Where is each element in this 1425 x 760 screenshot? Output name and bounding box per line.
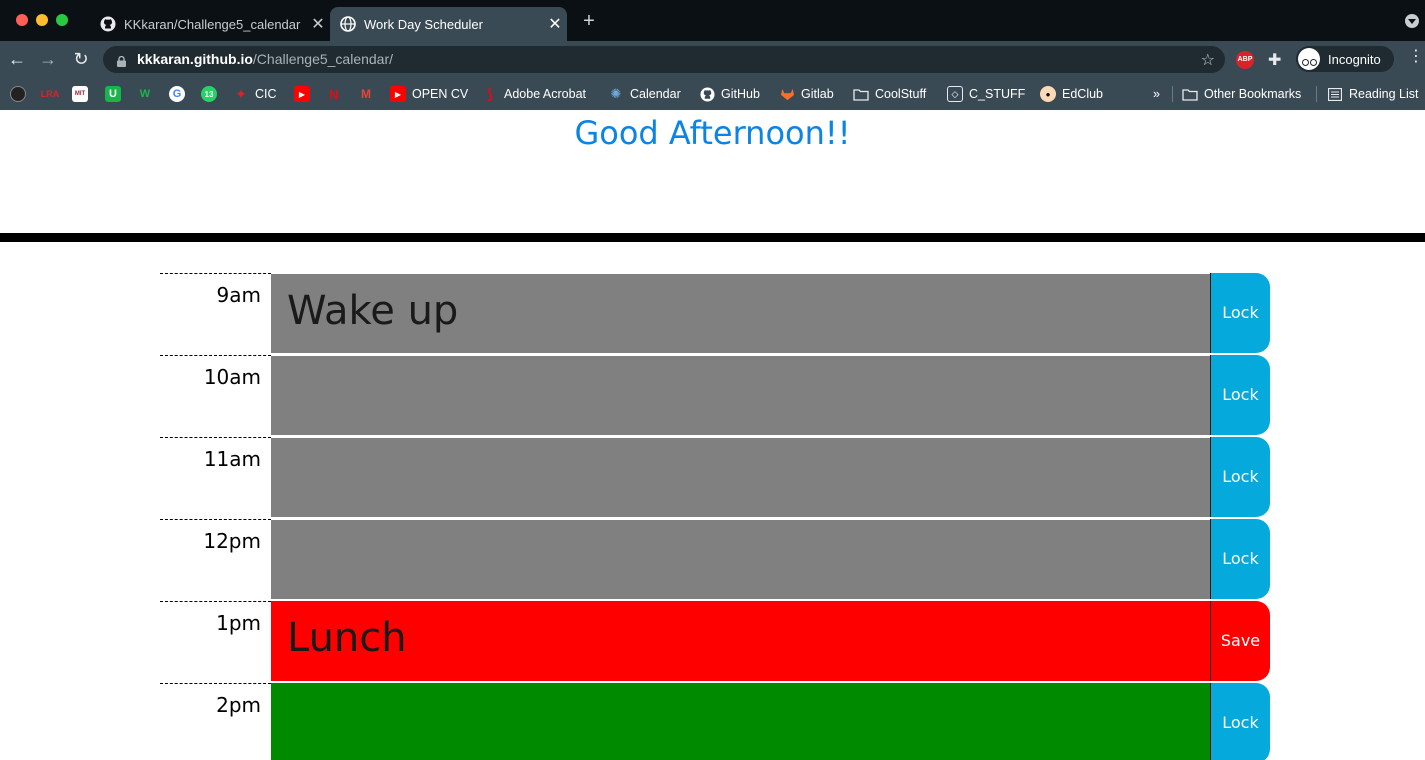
gitlab-icon xyxy=(779,86,795,102)
bookmark-lra-icon[interactable]: LRA xyxy=(40,84,66,104)
greeting-heading: Good Afternoon!! xyxy=(574,114,851,152)
bookmark-open-cv[interactable]: ▶ OPEN CV xyxy=(390,84,468,104)
hour-label: 2pm xyxy=(160,683,271,760)
bookmark-c-stuff[interactable]: ◇ C_STUFF xyxy=(947,84,1025,104)
bookmark-coolstuff[interactable]: CoolStuff xyxy=(853,84,926,104)
address-bar[interactable]: kkkaran.github.io/Challenge5_calendar/ ☆ xyxy=(103,46,1225,73)
hour-label: 10am xyxy=(160,355,271,437)
bookmark-reading-list[interactable]: Reading List xyxy=(1327,84,1419,104)
bookmarks-divider xyxy=(1316,86,1317,102)
bookmark-app-icon[interactable] xyxy=(10,84,32,104)
minimize-window-button[interactable] xyxy=(36,14,48,26)
extensions-puzzle-icon[interactable]: ✚ xyxy=(1268,50,1281,70)
event-description-input[interactable] xyxy=(271,355,1210,435)
bookmarks-bar: LRA MIT U W G 13 ✦ CIC ▶ N M ▶ OPEN CV ⟆ Ad… xyxy=(0,78,1425,110)
time-block-row: 9am Wake up Lock xyxy=(160,273,1270,355)
bookmarks-divider xyxy=(1172,86,1173,102)
url-text: kkkaran.github.io/Challenge5_calendar/ xyxy=(137,51,394,67)
event-description-input[interactable] xyxy=(271,437,1210,517)
bookmark-u-icon[interactable]: U xyxy=(105,84,127,104)
bookmark-calendar[interactable]: ✺ Calendar xyxy=(608,84,681,104)
bookmark-star-icon[interactable]: ☆ xyxy=(1201,50,1215,70)
youtube-icon: ▶ xyxy=(390,86,406,102)
tab-github[interactable]: KKkaran/Challenge5_calendar ✕ xyxy=(90,7,330,41)
close-tab-icon[interactable]: ✕ xyxy=(543,14,567,34)
incognito-icon xyxy=(1298,48,1320,70)
folder-icon xyxy=(853,86,869,102)
event-description-input[interactable]: Wake up xyxy=(271,273,1210,353)
new-tab-button[interactable]: + xyxy=(578,10,600,32)
bookmark-github[interactable]: GitHub xyxy=(699,84,760,104)
hour-label: 1pm xyxy=(160,601,271,683)
globe-icon xyxy=(340,16,356,32)
tab-title: Work Day Scheduler xyxy=(364,16,483,32)
tab-title: KKkaran/Challenge5_calendar xyxy=(124,16,301,32)
github-icon xyxy=(699,86,715,102)
bookmark-netflix-icon[interactable]: N xyxy=(326,84,348,104)
bookmark-gmail-icon[interactable]: M xyxy=(358,84,380,104)
lock-icon[interactable] xyxy=(117,54,126,67)
c-stuff-icon: ◇ xyxy=(947,86,963,102)
incognito-label: Incognito xyxy=(1328,51,1381,67)
hour-label: 9am xyxy=(160,273,271,355)
reload-icon[interactable]: ↻ xyxy=(71,49,91,69)
time-block-row: 10am Lock xyxy=(160,355,1270,437)
bookmark-google-icon[interactable]: G xyxy=(169,84,191,104)
tab-work-day-scheduler[interactable]: Work Day Scheduler ✕ xyxy=(330,7,567,41)
header-divider xyxy=(0,233,1425,242)
bookmark-adobe-acrobat[interactable]: ⟆ Adobe Acrobat xyxy=(482,84,586,104)
save-button[interactable]: Save xyxy=(1210,601,1270,681)
bookmarks-overflow-chevron-icon[interactable]: » xyxy=(1153,84,1160,104)
forward-arrow-icon[interactable]: → xyxy=(38,49,58,69)
close-window-button[interactable] xyxy=(16,14,28,26)
hour-label: 11am xyxy=(160,437,271,519)
bookmark-whatsapp-icon[interactable]: 13 xyxy=(201,84,223,104)
zoom-window-button[interactable] xyxy=(56,14,68,26)
bookmark-other-bookmarks[interactable]: Other Bookmarks xyxy=(1182,84,1301,104)
folder-icon xyxy=(1182,86,1198,102)
maple-leaf-icon: ✦ xyxy=(235,85,247,102)
calendar-icon: ✺ xyxy=(610,86,622,101)
bookmark-youtube-icon[interactable]: ▶ xyxy=(294,84,316,104)
acrobat-icon: ⟆ xyxy=(486,85,494,102)
github-icon xyxy=(100,16,116,32)
lock-button[interactable]: Lock xyxy=(1210,683,1270,760)
tab-strip: KKkaran/Challenge5_calendar ✕ Work Day S… xyxy=(0,0,1425,41)
lock-button[interactable]: Lock xyxy=(1210,437,1270,517)
bookmark-w-icon[interactable]: W xyxy=(137,84,159,104)
time-block-row: 12pm Lock xyxy=(160,519,1270,601)
lock-button[interactable]: Lock xyxy=(1210,519,1270,599)
back-arrow-icon[interactable]: ← xyxy=(7,49,27,69)
event-description-input[interactable]: Lunch xyxy=(271,601,1210,681)
reading-list-icon xyxy=(1327,86,1343,102)
browser-toolbar: ← → ↻ kkkaran.github.io/Challenge5_calen… xyxy=(0,41,1425,78)
close-tab-icon[interactable]: ✕ xyxy=(306,14,330,34)
event-description-input[interactable] xyxy=(271,683,1210,760)
bookmark-gitlab[interactable]: Gitlab xyxy=(779,84,834,104)
hour-label: 12pm xyxy=(160,519,271,601)
lock-button[interactable]: Lock xyxy=(1210,355,1270,435)
bookmark-mit-icon[interactable]: MIT xyxy=(72,84,94,104)
bookmark-cic[interactable]: ✦ CIC xyxy=(233,84,276,104)
bookmark-edclub[interactable]: ● EdClub xyxy=(1040,84,1103,104)
edclub-icon: ● xyxy=(1040,86,1056,102)
tab-search-icon[interactable] xyxy=(1405,14,1419,28)
adblock-plus-icon[interactable]: ABP xyxy=(1236,51,1254,69)
time-block-row: 1pm Lunch Save xyxy=(160,601,1270,683)
menu-kebab-icon[interactable]: ⋮ xyxy=(1408,48,1424,66)
lock-button[interactable]: Lock xyxy=(1210,273,1270,353)
time-block-row: 2pm Lock xyxy=(160,683,1270,760)
event-description-input[interactable] xyxy=(271,519,1210,599)
time-block-row: 11am Lock xyxy=(160,437,1270,519)
incognito-profile-button[interactable]: Incognito xyxy=(1296,46,1394,72)
scheduler-page: Good Afternoon!! 9am Wake up Lock 10am L… xyxy=(0,110,1425,760)
